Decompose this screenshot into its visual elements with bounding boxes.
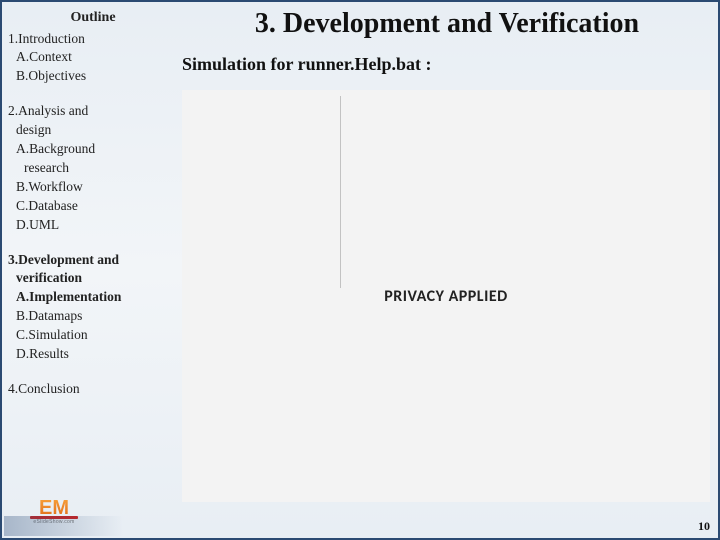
outline-item: A.Implementation: [8, 288, 178, 307]
outline-item: B.Workflow: [8, 178, 178, 197]
slide-title: 3. Development and Verification: [186, 8, 708, 40]
outline-item: D.UML: [8, 216, 178, 235]
outline-sidebar: Outline 1.IntroductionA.ContextB.Objecti…: [2, 2, 182, 538]
outline-item: 1.Introduction: [8, 30, 178, 49]
outline-item: C.Database: [8, 197, 178, 216]
outline-item: verification: [8, 269, 178, 288]
outline-item: design: [8, 121, 178, 140]
logo-text: EM: [39, 498, 69, 518]
main-content: 3. Development and Verification Simulati…: [182, 2, 718, 538]
slide: Outline 1.IntroductionA.ContextB.Objecti…: [0, 0, 720, 540]
outline-item: B.Objectives: [8, 67, 178, 86]
outline-header: Outline: [8, 8, 178, 28]
privacy-label: PRIVACY APPLIED: [384, 287, 507, 306]
outline-list: 1.IntroductionA.ContextB.Objectives 2.Ana…: [8, 30, 178, 399]
outline-item: 4.Conclusion: [8, 380, 178, 399]
outline-item: B.Datamaps: [8, 307, 178, 326]
outline-item: A.Context: [8, 48, 178, 67]
bottom-left-gradient: [4, 516, 124, 536]
outline-item: 3.Development and: [8, 251, 178, 270]
outline-item: 2.Analysis and: [8, 102, 178, 121]
page-number: 10: [698, 519, 710, 534]
slide-subtitle: Simulation for runner.Help.bat :: [182, 54, 708, 75]
figure-divider: [340, 96, 341, 288]
outline-item: A.Background: [8, 140, 178, 159]
simulation-figure: PRIVACY APPLIED: [182, 90, 710, 502]
outline-item: C.Simulation: [8, 326, 178, 345]
outline-item: research: [8, 159, 178, 178]
outline-item: D.Results: [8, 345, 178, 364]
